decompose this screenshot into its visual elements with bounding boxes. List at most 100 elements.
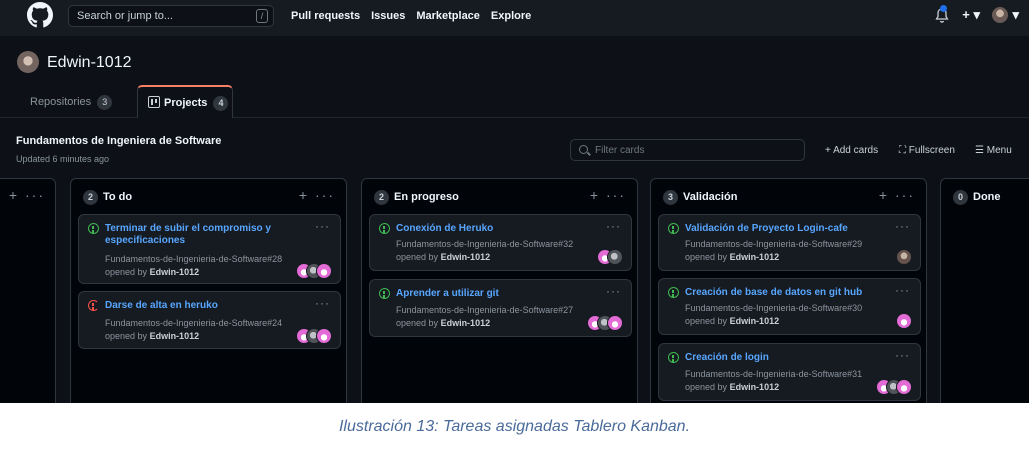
issue-card[interactable]: Creación de login Fundamentos-de-Ingenie…	[658, 343, 921, 401]
card-author[interactable]: Edwin-1012	[730, 382, 780, 392]
github-logo-icon[interactable]	[27, 2, 53, 28]
issue-card[interactable]: Creación de base de datos en git hub Fun…	[658, 278, 921, 335]
card-title[interactable]: Terminar de subir el compromiso y especi…	[105, 223, 305, 247]
hamburger-icon: ☰	[975, 145, 987, 156]
card-title[interactable]: Conexión de Heruko	[396, 223, 493, 235]
issue-open-icon	[379, 223, 390, 234]
assignee-avatar[interactable]	[316, 328, 332, 344]
assignee-avatars	[896, 249, 912, 265]
column-add-icon[interactable]: +	[590, 187, 600, 203]
card-opened-by: opened by	[396, 318, 439, 328]
assignee-avatar[interactable]	[316, 263, 332, 279]
assignee-avatars	[876, 379, 912, 395]
column-count: 0	[953, 190, 968, 205]
add-cards-button[interactable]: + Add cards	[825, 145, 878, 156]
issue-card[interactable]: Validación de Proyecto Login-cafe Fundam…	[658, 214, 921, 271]
card-title[interactable]: Creación de login	[685, 352, 769, 364]
project-title: Fundamentos de Ingeniera de Software	[16, 135, 222, 147]
card-author[interactable]: Edwin-1012	[150, 267, 200, 277]
card-more-icon[interactable]: ···	[315, 219, 330, 233]
column-header: 2 To do	[83, 190, 132, 205]
card-more-icon[interactable]: ···	[895, 348, 910, 362]
nav-explore[interactable]: Explore	[491, 10, 531, 22]
card-title[interactable]: Creación de base de datos en git hub	[685, 287, 862, 299]
profile-avatar[interactable]	[17, 51, 39, 73]
notifications-bell-icon[interactable]	[934, 5, 950, 24]
card-author[interactable]: Edwin-1012	[441, 318, 491, 328]
column-more-icon[interactable]: ···	[606, 187, 626, 203]
card-more-icon[interactable]: ···	[606, 219, 621, 233]
column-title: En progreso	[394, 191, 459, 203]
create-new-menu[interactable]: + ▾	[962, 7, 980, 23]
card-more-icon[interactable]: ···	[895, 283, 910, 297]
assignee-avatars	[597, 249, 623, 265]
column-more-icon[interactable]: ···	[315, 187, 335, 203]
column-add-icon[interactable]: +	[299, 187, 309, 203]
column-header: 0 Done	[953, 190, 1001, 205]
assignee-avatar[interactable]	[896, 249, 912, 265]
assignee-avatar[interactable]	[607, 315, 623, 331]
column-add-icon[interactable]: +	[879, 187, 889, 203]
assignee-avatar[interactable]	[607, 249, 623, 265]
card-more-icon[interactable]: ···	[606, 284, 621, 298]
card-repo[interactable]: Fundamentos-de-Ingenieria-de-Software#27	[396, 305, 573, 315]
tab-projects[interactable]: Projects 4	[137, 85, 233, 118]
card-title[interactable]: Aprender a utilizar git	[396, 288, 499, 300]
card-author[interactable]: Edwin-1012	[730, 316, 780, 326]
tab-repositories-label: Repositories	[30, 96, 92, 108]
card-title[interactable]: Darse de alta en heruko	[105, 300, 218, 312]
column-actions: + ···	[879, 187, 915, 203]
tab-repositories-count: 3	[97, 95, 113, 110]
issue-card[interactable]: Terminar de subir el compromiso y especi…	[78, 214, 341, 284]
issue-card[interactable]: Aprender a utilizar git Fundamentos-de-I…	[369, 279, 632, 337]
card-title[interactable]: Validación de Proyecto Login-cafe	[685, 223, 848, 235]
card-repo[interactable]: Fundamentos-de-Ingenieria-de-Software#32	[396, 239, 573, 249]
search-placeholder: Search or jump to...	[77, 10, 173, 22]
column-more-icon[interactable]: ···	[895, 187, 915, 203]
assignee-avatar[interactable]	[896, 313, 912, 329]
card-opened-by: opened by	[685, 316, 728, 326]
column-add-icon[interactable]: +	[9, 187, 19, 203]
github-window: Search or jump to... / Pull requests Iss…	[0, 0, 1029, 403]
card-more-icon[interactable]: ···	[895, 219, 910, 233]
profile-username[interactable]: Edwin-1012	[47, 54, 132, 72]
card-author[interactable]: Edwin-1012	[441, 252, 491, 262]
project-updated: Updated 6 minutes ago	[16, 154, 110, 164]
assignee-avatar[interactable]	[896, 379, 912, 395]
card-repo[interactable]: Fundamentos-de-Ingenieria-de-Software#30	[685, 303, 862, 313]
column-header: 3 Validación	[663, 190, 737, 205]
user-menu[interactable]: ▾	[992, 6, 1019, 24]
card-repo[interactable]: Fundamentos-de-Ingenieria-de-Software#31	[685, 369, 862, 379]
tab-repositories[interactable]: Repositories 3	[30, 95, 113, 110]
menu-button[interactable]: ☰ Menu	[975, 145, 1012, 156]
column-title: Validación	[683, 191, 738, 203]
nav-issues[interactable]: Issues	[371, 10, 405, 22]
column-validacion: 3 Validación + ··· Validación de Proyecto…	[650, 178, 927, 403]
assignee-avatars	[896, 313, 912, 329]
issue-open-icon	[379, 288, 390, 299]
card-opened-by: opened by	[396, 252, 439, 262]
filter-placeholder: Filter cards	[595, 145, 645, 156]
nav-marketplace[interactable]: Marketplace	[416, 10, 480, 22]
filter-cards-input[interactable]: Filter cards	[570, 139, 805, 161]
profile-tabs: Repositories 3 Projects 4	[0, 85, 1029, 118]
card-opened-by: opened by	[685, 382, 728, 392]
issue-card[interactable]: Conexión de Heruko Fundamentos-de-Ingeni…	[369, 214, 632, 271]
fullscreen-icon: ⛶	[899, 145, 909, 156]
column-more-icon[interactable]: ···	[25, 187, 45, 203]
card-repo[interactable]: Fundamentos-de-Ingenieria-de-Software#24	[105, 318, 282, 328]
card-repo[interactable]: Fundamentos-de-Ingenieria-de-Software#29	[685, 239, 862, 249]
card-repo[interactable]: Fundamentos-de-Ingenieria-de-Software#28	[105, 254, 282, 264]
issue-open-icon	[668, 223, 679, 234]
issue-open-icon	[668, 352, 679, 363]
card-author[interactable]: Edwin-1012	[150, 331, 200, 341]
card-more-icon[interactable]: ···	[315, 296, 330, 310]
search-input[interactable]: Search or jump to... /	[68, 5, 274, 27]
user-menu-caret: ▾	[1012, 7, 1019, 22]
nav-pull-requests[interactable]: Pull requests	[291, 10, 360, 22]
card-opened-by: opened by	[105, 331, 148, 341]
card-author[interactable]: Edwin-1012	[730, 252, 780, 262]
fullscreen-button[interactable]: ⛶ Fullscreen	[899, 145, 955, 156]
issue-card[interactable]: Darse de alta en heruko Fundamentos-de-I…	[78, 291, 341, 349]
tab-projects-count: 4	[213, 96, 229, 111]
